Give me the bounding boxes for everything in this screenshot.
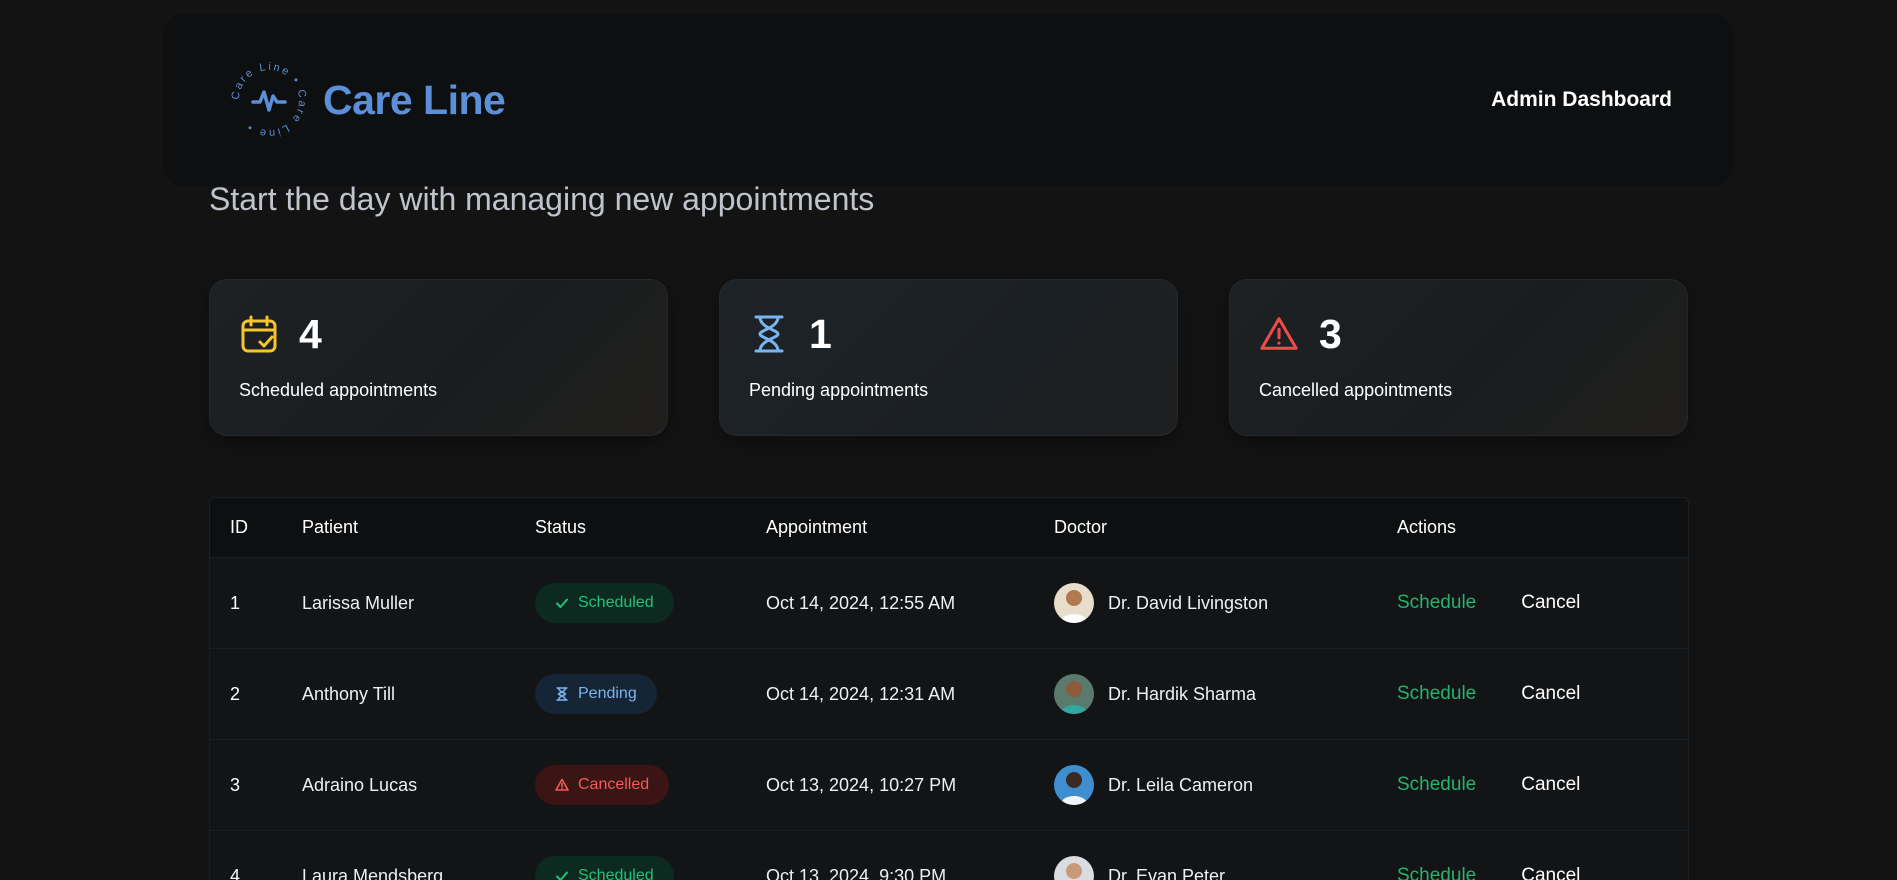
doctor-cell: Dr. Hardik Sharma [1054,674,1256,714]
appointment-time: Oct 13, 2024, 10:27 PM [766,774,957,795]
doctor-name: Dr. Hardik Sharma [1108,683,1257,704]
doctor-cell: Dr. David Livingston [1054,583,1268,623]
doctor-name: Dr. Leila Cameron [1108,774,1254,795]
doctor-name: Dr. David Livingston [1108,592,1269,613]
brand-name: Care Line [323,76,506,123]
status-text: Pending [578,685,637,702]
column-header-actions: Actions [1397,517,1457,537]
schedule-button[interactable]: Schedule [1397,774,1476,796]
doctor-cell: Dr. Leila Cameron [1054,765,1253,805]
patient-name: Anthony Till [302,683,396,704]
alert-triangle-icon [1259,314,1299,354]
status-badge: Cancelled [535,765,670,805]
cancel-button[interactable]: Cancel [1521,865,1580,880]
appointment-time: Oct 14, 2024, 12:31 AM [766,683,956,704]
alert-triangle-icon [555,778,569,791]
hourglass-icon [556,687,568,701]
row-id: 3 [230,774,241,795]
status-cell: Scheduled [535,856,674,880]
actions-cell: Schedule Cancel [1397,683,1580,705]
patient-name: Laura Mendsberg [302,865,444,880]
actions-cell: Schedule Cancel [1397,592,1580,614]
svg-text:Care Line • Care Line •: Care Line • Care Line • [231,62,307,138]
admin-dashboard-title: Admin Dashboard [1491,88,1672,111]
appointment-time: Oct 13, 2024, 9:30 PM [766,865,947,880]
care-line-logo-icon: Care Line • Care Line • [231,62,307,138]
actions-cell: Schedule Cancel [1397,774,1580,796]
actions-cell: Schedule Cancel [1397,865,1580,880]
cancel-button[interactable]: Cancel [1521,683,1580,705]
table-row: 2 Anthony Till Pending Oct 14, 2024, 12:… [210,649,1688,740]
table-header: ID Patient Status Appointment Doctor Act… [210,498,1688,558]
schedule-button[interactable]: Schedule [1397,592,1476,614]
status-badge: Scheduled [535,856,674,880]
cancelled-stat-card: 3 Cancelled appointments [1229,279,1688,436]
table-row: 4 Laura Mendsberg Scheduled Oct 13, 2024… [210,831,1688,880]
check-icon [556,598,568,608]
status-badge: Scheduled [535,583,674,623]
scheduled-label: Scheduled appointments [239,380,438,400]
column-header-id: ID [230,517,248,537]
doctor-avatar [1054,583,1094,623]
appointments-table: ID Patient Status Appointment Doctor Act… [209,497,1689,880]
stats-cards: 4 Scheduled appointments 1 Pending appoi… [209,279,1688,436]
status-cell: Scheduled [535,583,674,623]
status-cell: Cancelled [535,765,670,805]
pending-stat-card: 1 Pending appointments [719,279,1178,436]
doctor-cell: Dr. Evan Peter [1054,856,1225,880]
doctor-avatar [1054,856,1094,880]
page-subtitle: Start the day with managing new appointm… [209,181,875,217]
status-text: Scheduled [578,594,654,611]
calendar-check-icon [239,314,279,354]
schedule-button[interactable]: Schedule [1397,683,1476,705]
top-header: Care Line • Care Line • Care Line Admin … [163,14,1734,186]
status-text: Cancelled [578,776,650,793]
appointment-time: Oct 14, 2024, 12:55 AM [766,592,956,613]
column-header-status: Status [535,517,587,537]
pending-count: 1 [809,310,832,357]
doctor-name: Dr. Evan Peter [1108,865,1226,880]
patient-name: Larissa Muller [302,592,415,613]
schedule-button[interactable]: Schedule [1397,865,1476,880]
cancelled-count: 3 [1319,310,1342,357]
doctor-avatar [1054,765,1094,805]
table-row: 1 Larissa Muller Scheduled Oct 14, 2024,… [210,558,1688,649]
column-header-patient: Patient [302,517,359,537]
patient-name: Adraino Lucas [302,774,418,795]
column-header-doctor: Doctor [1054,517,1108,537]
cancel-button[interactable]: Cancel [1521,774,1580,796]
row-id: 4 [230,865,241,880]
scheduled-count: 4 [299,310,322,357]
cancelled-label: Cancelled appointments [1259,380,1453,400]
cancel-button[interactable]: Cancel [1521,592,1580,614]
brand-logo[interactable]: Care Line • Care Line • Care Line [231,62,506,138]
row-id: 1 [230,592,241,613]
status-cell: Pending [535,674,657,714]
pending-label: Pending appointments [749,380,929,400]
status-text: Scheduled [578,867,654,880]
row-id: 2 [230,683,241,704]
table-row: 3 Adraino Lucas Cancelled Oct 13, 2024, … [210,740,1688,831]
column-header-appointment: Appointment [766,517,868,537]
scheduled-stat-card: 4 Scheduled appointments [209,279,668,436]
hourglass-icon [749,314,789,354]
doctor-avatar [1054,674,1094,714]
status-badge: Pending [535,674,657,714]
check-icon [556,871,568,880]
